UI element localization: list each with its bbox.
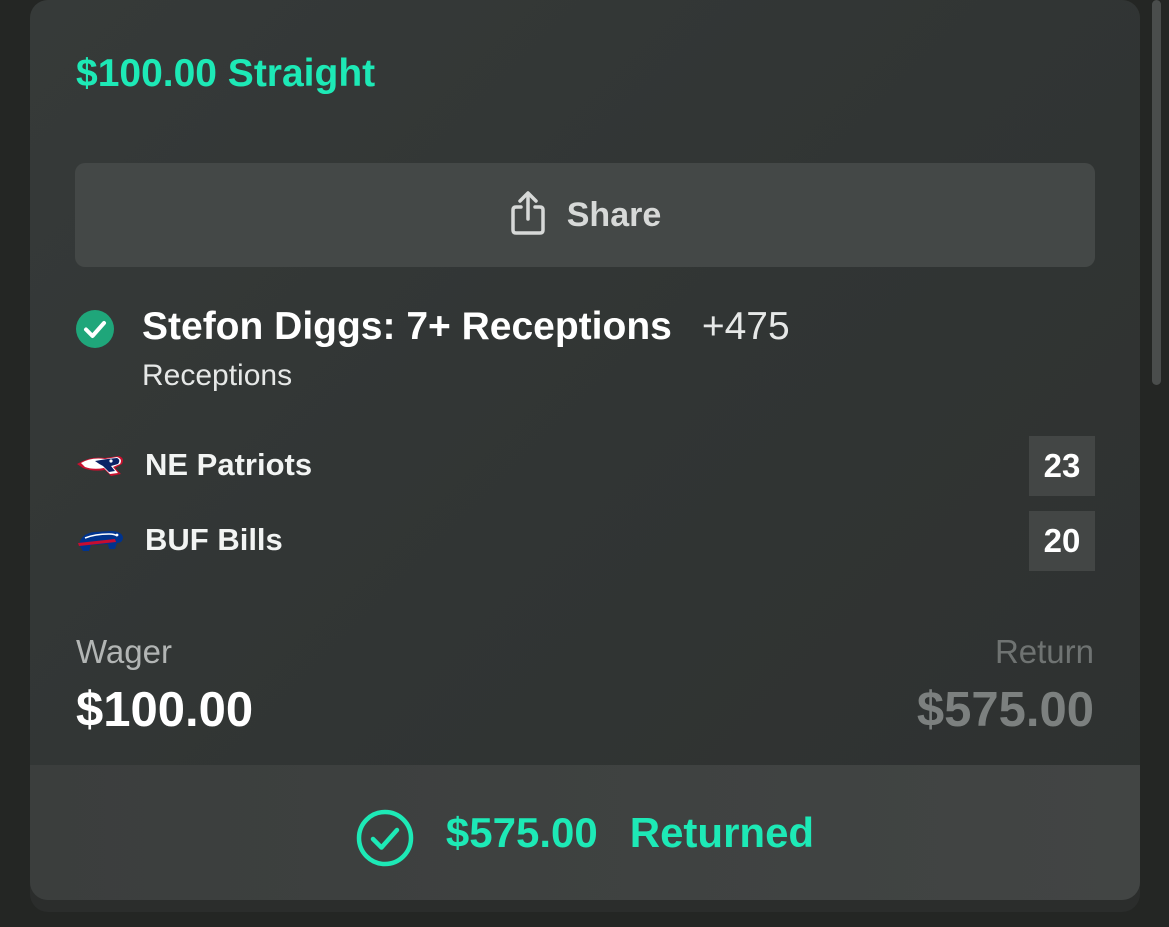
share-icon <box>511 191 545 235</box>
returned-status: Returned <box>629 808 815 856</box>
team-name: NE Patriots <box>145 447 313 482</box>
return-value: $575.00 <box>916 683 1094 737</box>
team-name: BUF Bills <box>145 522 283 557</box>
bet-title: $100.00 Straight <box>76 52 376 95</box>
patriots-logo-icon <box>77 456 123 476</box>
selection-market: Receptions <box>142 359 293 392</box>
wager-label: Wager <box>76 633 172 670</box>
team-score: 23 <box>1029 436 1095 496</box>
share-button[interactable]: Share <box>75 163 1095 267</box>
check-circle-outline-icon <box>356 809 414 866</box>
wager-value: $100.00 <box>76 683 254 737</box>
returned-banner: $575.00 Returned <box>30 765 1140 900</box>
selection-odds: +475 <box>701 305 790 348</box>
share-label: Share <box>566 195 662 234</box>
team-score: 20 <box>1029 511 1095 571</box>
check-circle-icon <box>76 310 114 348</box>
return-label: Return <box>994 633 1094 670</box>
team-row-bills: BUF Bills 20 <box>75 511 1095 571</box>
bet-card: $100.00 Straight Share Stefon Diggs: 7+ … <box>30 0 1140 900</box>
selection-name: Stefon Diggs: 7+ Receptions <box>142 305 672 348</box>
scrollbar[interactable] <box>1152 0 1161 385</box>
team-row-patriots: NE Patriots 23 <box>75 436 1095 496</box>
bills-logo-icon <box>78 531 123 551</box>
returned-amount: $575.00 <box>445 808 598 856</box>
selection-line: Stefon Diggs: 7+ Receptions +475 <box>142 305 790 349</box>
